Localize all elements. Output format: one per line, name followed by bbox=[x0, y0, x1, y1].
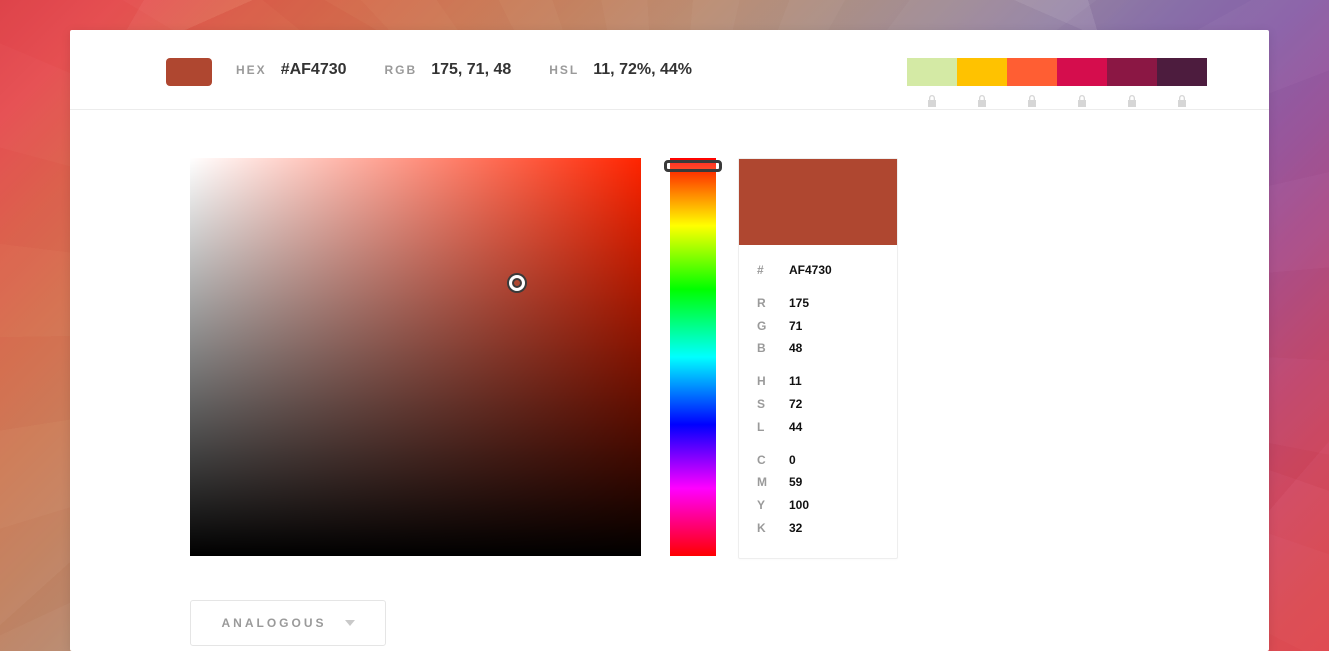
info-c-value[interactable]: 0 bbox=[789, 449, 796, 472]
info-swatch bbox=[739, 159, 897, 245]
info-l-value[interactable]: 44 bbox=[789, 416, 802, 439]
info-r-key: R bbox=[757, 292, 771, 315]
info-s-value[interactable]: 72 bbox=[789, 393, 802, 416]
info-r-value[interactable]: 175 bbox=[789, 292, 809, 315]
info-h-value[interactable]: 11 bbox=[789, 370, 802, 393]
info-hex-value[interactable]: AF4730 bbox=[789, 259, 832, 282]
hue-cursor[interactable] bbox=[664, 160, 722, 172]
info-c-key: C bbox=[757, 449, 771, 472]
info-h-key: H bbox=[757, 370, 771, 393]
info-body: #AF4730 R175 G71 B48 H11 S72 L44 C0 M59 … bbox=[739, 245, 897, 558]
color-scheme-select[interactable]: ANALOGOUS bbox=[190, 600, 386, 646]
color-info-panel: #AF4730 R175 G71 B48 H11 S72 L44 C0 M59 … bbox=[738, 158, 898, 559]
hex-label: HEX bbox=[236, 63, 267, 77]
hsl-label: HSL bbox=[549, 63, 579, 77]
saturation-value-picker[interactable] bbox=[190, 158, 641, 556]
info-b-value[interactable]: 48 bbox=[789, 337, 802, 360]
caret-down-icon bbox=[345, 620, 355, 626]
header-bar: HEX #AF4730 RGB 175, 71, 48 HSL 11, 72%,… bbox=[70, 30, 1269, 110]
rgb-value[interactable]: 175, 71, 48 bbox=[431, 61, 511, 79]
info-g-value[interactable]: 71 bbox=[789, 315, 802, 338]
info-hex-key: # bbox=[757, 259, 771, 282]
info-m-key: M bbox=[757, 471, 771, 494]
sv-cursor[interactable] bbox=[509, 275, 525, 291]
palette-swatch-5[interactable] bbox=[1107, 58, 1157, 86]
palette-swatch-3[interactable] bbox=[1007, 58, 1057, 86]
info-k-key: K bbox=[757, 517, 771, 540]
info-b-key: B bbox=[757, 337, 771, 360]
hsl-value[interactable]: 11, 72%, 44% bbox=[593, 61, 692, 79]
hex-value[interactable]: #AF4730 bbox=[281, 61, 347, 79]
info-y-key: Y bbox=[757, 494, 771, 517]
lock-icon[interactable] bbox=[1107, 92, 1157, 110]
info-g-key: G bbox=[757, 315, 771, 338]
palette-swatch-4[interactable] bbox=[1057, 58, 1107, 86]
rgb-label: RGB bbox=[385, 63, 418, 77]
lock-icon[interactable] bbox=[1057, 92, 1107, 110]
hue-slider[interactable] bbox=[670, 158, 716, 556]
lock-icon[interactable] bbox=[957, 92, 1007, 110]
info-y-value[interactable]: 100 bbox=[789, 494, 809, 517]
palette-swatch-6[interactable] bbox=[1157, 58, 1207, 86]
scheme-label: ANALOGOUS bbox=[222, 616, 327, 630]
color-tool-card: HEX #AF4730 RGB 175, 71, 48 HSL 11, 72%,… bbox=[70, 30, 1269, 651]
lock-icon[interactable] bbox=[907, 92, 957, 110]
lock-icon[interactable] bbox=[1007, 92, 1057, 110]
palette-swatch-2[interactable] bbox=[957, 58, 1007, 86]
info-k-value[interactable]: 32 bbox=[789, 517, 802, 540]
color-readout: HEX #AF4730 RGB 175, 71, 48 HSL 11, 72%,… bbox=[236, 61, 692, 79]
info-s-key: S bbox=[757, 393, 771, 416]
palette-locks bbox=[907, 92, 1207, 110]
body: #AF4730 R175 G71 B48 H11 S72 L44 C0 M59 … bbox=[70, 110, 1269, 651]
info-m-value[interactable]: 59 bbox=[789, 471, 802, 494]
selected-color-swatch[interactable] bbox=[166, 58, 212, 86]
palette-swatch-1[interactable] bbox=[907, 58, 957, 86]
info-l-key: L bbox=[757, 416, 771, 439]
palette bbox=[907, 58, 1207, 110]
palette-swatches bbox=[907, 58, 1207, 86]
lock-icon[interactable] bbox=[1157, 92, 1207, 110]
